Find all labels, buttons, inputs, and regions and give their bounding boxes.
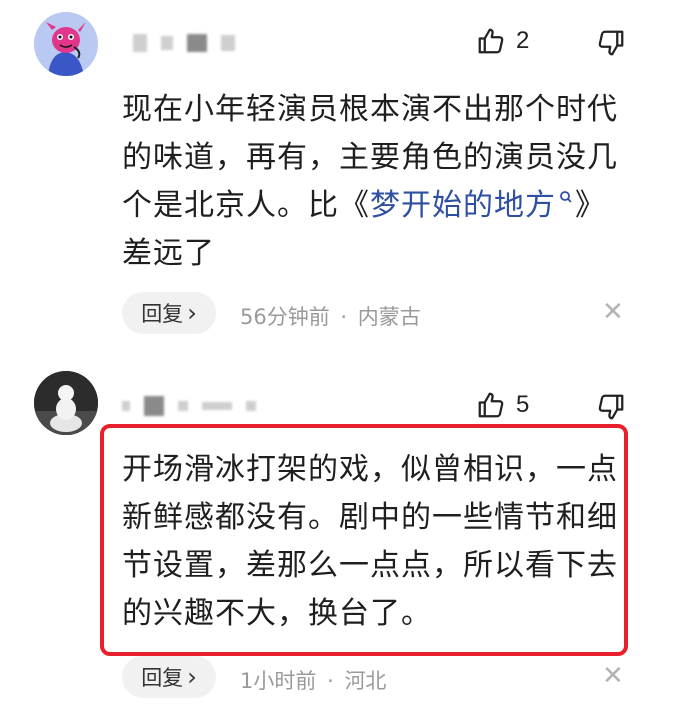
username-redacted[interactable] — [122, 396, 256, 416]
thumbs-up-icon — [478, 392, 504, 418]
dislike-button[interactable] — [596, 28, 626, 58]
comment-time: 56分钟前 — [240, 305, 330, 329]
thumbs-down-icon — [598, 30, 624, 56]
close-icon[interactable]: ✕ — [602, 661, 624, 691]
reply-label[interactable]: 回复 — [141, 662, 183, 692]
thumbs-down-icon — [598, 394, 624, 420]
comment-time: 1小时前 — [240, 669, 317, 693]
comment-meta: 1小时前 · 河北 — [240, 665, 386, 695]
meta-separator: · — [340, 305, 348, 329]
like-count: 5 — [516, 391, 530, 418]
user-avatar[interactable] — [34, 12, 98, 76]
username-redacted[interactable] — [133, 34, 235, 52]
thumbs-up-icon — [478, 28, 504, 54]
dislike-button[interactable] — [596, 392, 626, 422]
comment-location: 内蒙古 — [357, 305, 421, 329]
comment-meta: 56分钟前 · 内蒙古 — [240, 301, 421, 331]
user-avatar[interactable] — [34, 371, 98, 435]
comment-text: 开场滑冰打架的戏，似曾相识，一点新鲜感都没有。剧中的一些情节和细节设置，差那么一… — [122, 452, 618, 631]
search-link-label[interactable]: 梦开始的地方 — [370, 188, 556, 223]
comment-text: 现在小年轻演员根本演不出那个时代的味道，再有，主要角色的演员没几个是北京人。比《… — [122, 86, 622, 278]
reply-label[interactable]: 回复 — [141, 298, 183, 328]
search-icon[interactable] — [559, 190, 573, 204]
chevron-right-icon[interactable]: › — [187, 663, 197, 691]
reply-button[interactable]: 回复 › — [122, 656, 216, 698]
like-count: 2 — [516, 27, 530, 54]
meta-separator: · — [327, 669, 334, 693]
comment-location: 河北 — [344, 669, 387, 693]
like-button[interactable]: 2 — [476, 26, 529, 56]
chevron-right-icon[interactable]: › — [187, 299, 197, 327]
reply-button[interactable]: 回复 › — [122, 292, 216, 334]
close-icon[interactable]: ✕ — [602, 297, 624, 327]
like-button[interactable]: 5 — [476, 390, 529, 420]
search-link[interactable]: 梦开始的地方 — [370, 188, 575, 223]
